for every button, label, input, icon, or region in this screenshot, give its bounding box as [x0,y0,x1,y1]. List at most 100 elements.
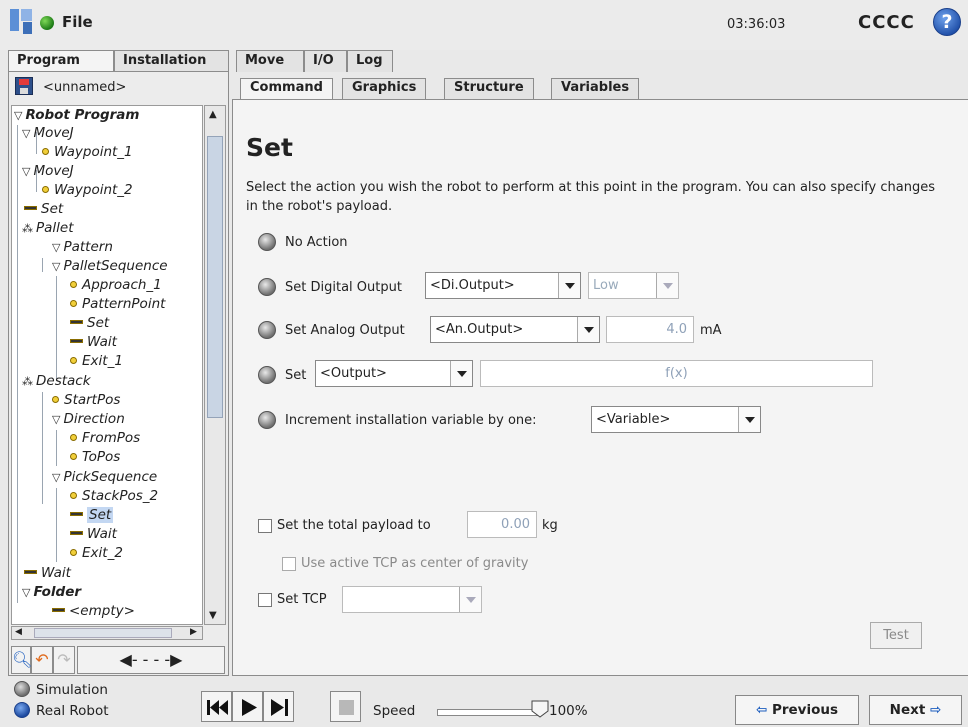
tree-node-movej[interactable]: ▽ MoveJ [22,124,74,143]
search-icon[interactable]: 🔍︎ [11,646,32,674]
file-menu[interactable]: File [62,13,93,31]
next-button[interactable]: Next ⇨ [869,695,962,725]
waypoint-icon [70,281,77,288]
tree-node-waypoint[interactable]: StackPos_2 [70,487,158,506]
tree-node-waypoint[interactable]: Waypoint_2 [42,181,133,200]
set-analog-output-radio[interactable] [258,321,276,339]
tab-io[interactable]: I/O [304,50,347,72]
tree-node-waypoint[interactable]: ToPos [70,448,120,467]
scroll-thumb[interactable] [34,628,172,638]
variable-value: <Variable> [596,412,671,427]
tree-node-movej[interactable]: ▽ MoveJ [22,162,74,181]
skip-back-button[interactable] [201,691,232,722]
set-output-radio[interactable] [258,366,276,384]
increment-variable-radio[interactable] [258,411,276,429]
tree-node-wait[interactable]: Wait [24,564,71,583]
robot-name: CCCC [858,12,915,33]
tree-vertical-scrollbar[interactable]: ▲ ▼ [204,105,226,625]
tree-node-empty[interactable]: <empty> [52,602,135,621]
undo-icon[interactable]: ↶ [31,646,53,674]
tree-node-pallet[interactable]: ⁂ Pallet [22,219,74,238]
use-active-tcp-checkbox[interactable] [282,557,296,571]
speed-label: Speed [373,703,416,719]
tree-node-set-selected[interactable]: Set [70,506,114,525]
tree-node-waypoint[interactable]: StartPos [52,391,120,410]
tree-horizontal-scrollbar[interactable]: ◀ ▶ [11,626,203,640]
tree-node-direction[interactable]: ▽ Direction [52,410,125,429]
set-tcp-checkbox[interactable] [258,593,272,607]
scroll-left-icon[interactable]: ◀ [15,627,22,637]
tree-node-destack[interactable]: ⁂ Destack [22,372,91,391]
status-indicator-icon [40,16,54,30]
speed-slider-handle-icon[interactable] [531,700,549,718]
digital-output-select[interactable]: <Di.Output> [425,272,581,299]
tree-connector [42,258,43,272]
set-payload-label: Set the total payload to [277,518,431,533]
tab-program[interactable]: Program [8,50,114,73]
digital-level-value: Low [593,278,619,293]
tree-node-waypoint[interactable]: Approach_1 [70,276,162,295]
tree-node-waypoint[interactable]: Waypoint_1 [42,143,133,162]
tree-node-set[interactable]: Set [24,200,63,219]
waypoint-icon [70,300,77,307]
step-button[interactable] [263,691,294,722]
redo-icon[interactable]: ↷ [53,646,75,674]
scroll-right-icon[interactable]: ▶ [190,627,197,637]
set-icon [70,320,83,324]
variable-select[interactable]: <Variable> [591,406,761,433]
tree-node-pallet-sequence[interactable]: ▽ PalletSequence [52,257,168,276]
digital-level-select[interactable]: Low [588,272,679,299]
tree-node-waypoint[interactable]: PatternPoint [70,295,165,314]
set-payload-checkbox[interactable] [258,519,272,533]
description: Select the action you wish the robot to … [246,180,935,214]
expression-input[interactable]: f(x) [480,360,873,387]
simulation-mode[interactable]: Simulation [14,681,108,698]
digital-output-value: <Di.Output> [430,278,515,293]
tree-node-waypoint[interactable]: Exit_2 [70,544,123,563]
tree-connector [42,392,43,504]
analog-output-select[interactable]: <An.Output> [430,316,600,343]
tree-connector [56,488,57,562]
arrow-right-icon: ⇨ [930,702,942,718]
simulation-label: Simulation [36,682,108,698]
tree-node-set[interactable]: Set [70,314,109,333]
tree-node-pattern[interactable]: ▽ Pattern [52,238,113,257]
tree-node-wait[interactable]: Wait [70,333,117,352]
tree-node-wait[interactable]: Wait [70,525,117,544]
save-icon[interactable] [15,77,33,95]
speed-slider[interactable] [437,709,539,716]
set-digital-output-radio[interactable] [258,278,276,296]
set-icon [70,512,83,516]
scroll-up-icon[interactable]: ▲ [209,109,217,120]
program-name: <unnamed> [43,80,127,95]
tree-node-robot-program[interactable]: ▽ Robot Program [14,106,139,125]
move-node-icon[interactable]: ◀- - - -▶ [77,646,225,674]
wait-icon [70,531,83,535]
tab-move[interactable]: Move [236,50,304,72]
tab-graphics[interactable]: Graphics [342,78,427,99]
tab-log[interactable]: Log [347,50,393,72]
tab-command[interactable]: Command [240,78,333,99]
program-tree[interactable]: ▽ Robot Program ▽ MoveJ Waypoint_1 ▽ MoveJ … [11,105,203,625]
payload-input[interactable]: 0.00 [467,511,537,538]
tree-node-waypoint[interactable]: FromPos [70,429,140,448]
tree-node-pick-sequence[interactable]: ▽ PickSequence [52,468,157,487]
help-button[interactable]: ? [933,8,961,36]
real-robot-mode[interactable]: Real Robot [14,702,109,719]
previous-button[interactable]: ⇦ Previous [735,695,859,725]
scroll-down-icon[interactable]: ▼ [209,610,217,621]
tree-node-waypoint[interactable]: Exit_1 [70,352,123,371]
tab-structure[interactable]: Structure [444,78,534,99]
tcp-select[interactable] [342,586,482,613]
no-action-radio[interactable] [258,233,276,251]
speed-value: 100% [549,703,588,719]
tab-variables[interactable]: Variables [551,78,640,99]
stop-button[interactable] [330,691,361,722]
scroll-thumb[interactable] [207,136,223,418]
output-select[interactable]: <Output> [315,360,473,387]
analog-value-input[interactable]: 4.0 [606,316,694,343]
play-button[interactable] [232,691,263,722]
test-button[interactable]: Test [870,622,922,649]
tree-node-folder[interactable]: ▽ Folder [22,583,81,602]
tab-installation[interactable]: Installation [114,50,229,72]
